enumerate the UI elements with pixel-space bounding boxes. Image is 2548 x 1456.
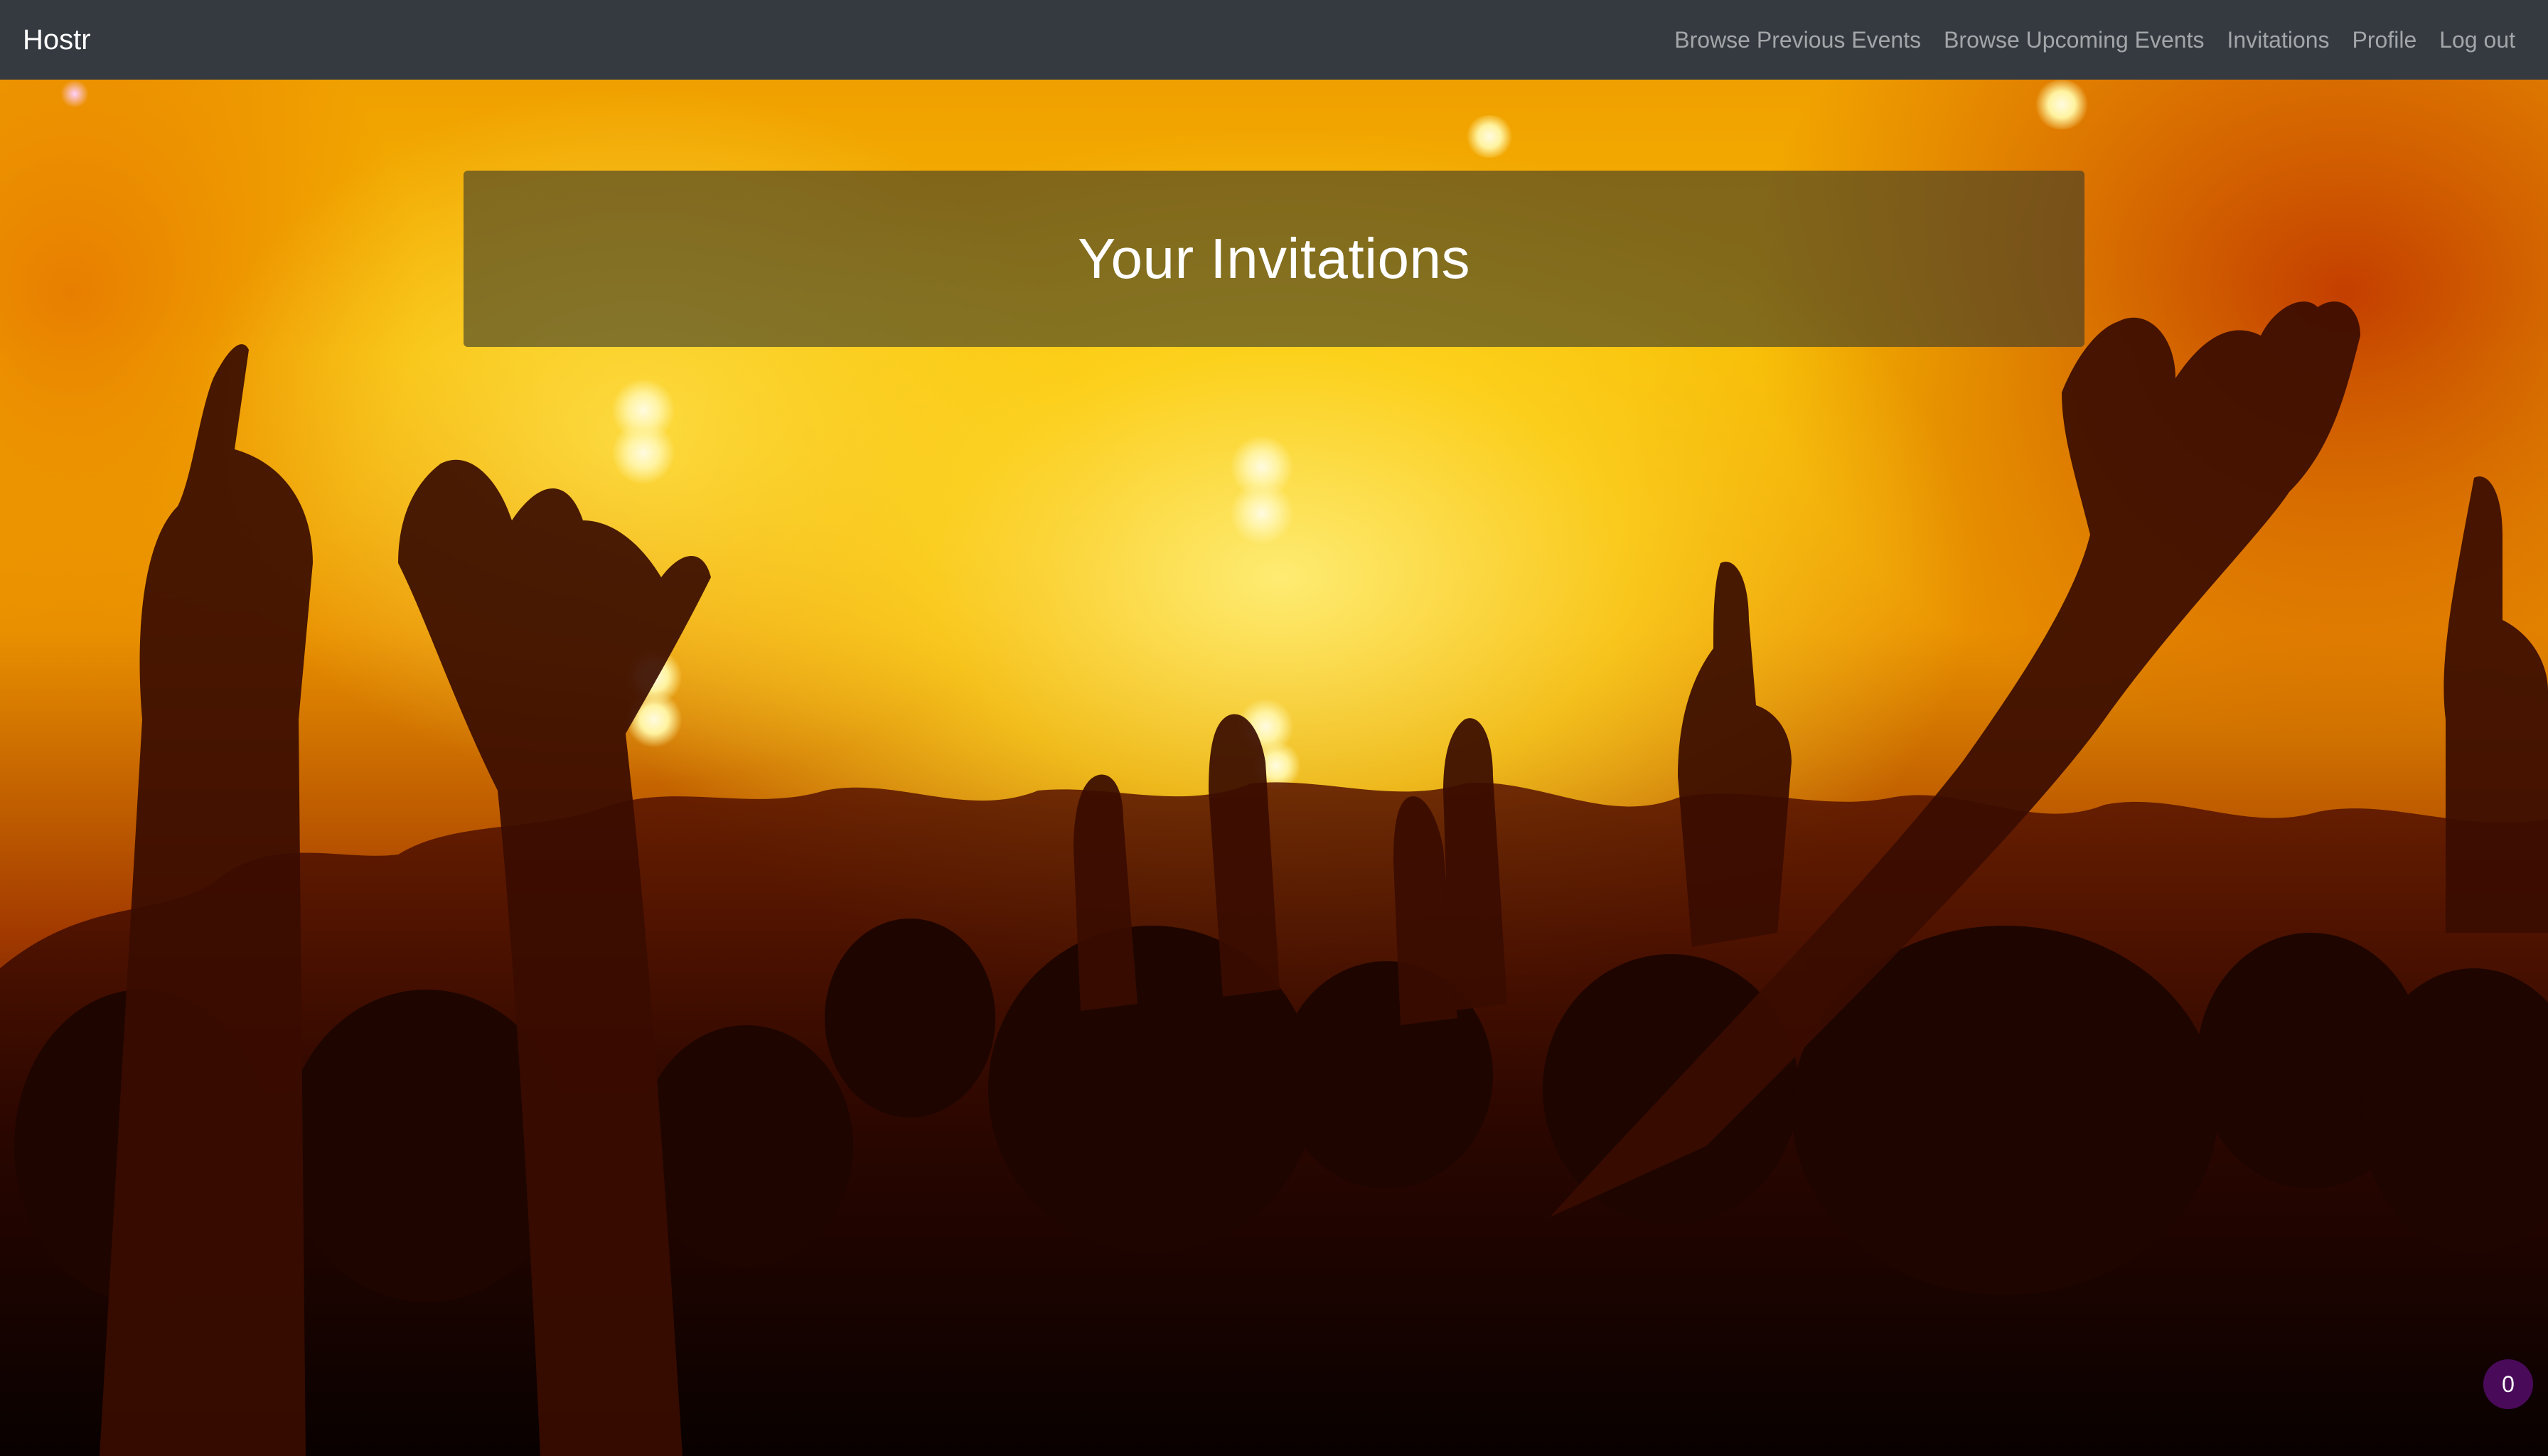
notification-badge[interactable]: 0 xyxy=(2483,1359,2533,1409)
nav-link-log-out[interactable]: Log out xyxy=(2439,27,2515,53)
nav-link-profile[interactable]: Profile xyxy=(2352,27,2417,53)
navbar: Hostr Browse Previous Events Browse Upco… xyxy=(0,0,2548,80)
nav-links: Browse Previous Events Browse Upcoming E… xyxy=(1674,0,2515,80)
nav-link-browse-upcoming-events[interactable]: Browse Upcoming Events xyxy=(1944,27,2204,53)
title-panel: Your Invitations xyxy=(464,171,2084,347)
nav-link-invitations[interactable]: Invitations xyxy=(2227,27,2329,53)
nav-link-browse-previous-events[interactable]: Browse Previous Events xyxy=(1674,27,1921,53)
page-title: Your Invitations xyxy=(1077,227,1471,290)
brand-link[interactable]: Hostr xyxy=(23,0,91,80)
